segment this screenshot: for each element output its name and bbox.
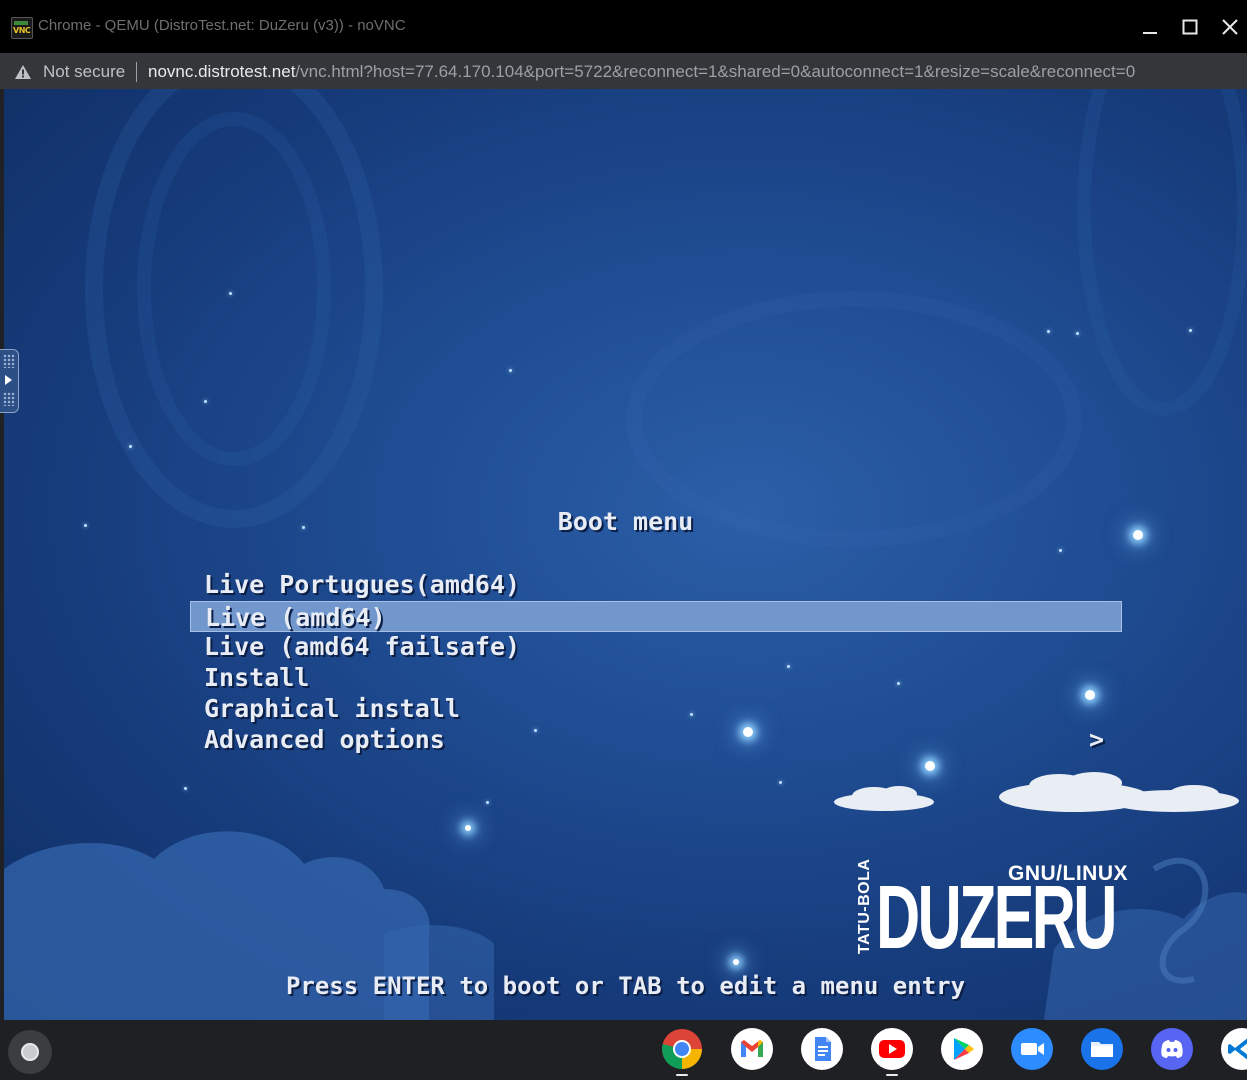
close-button[interactable] <box>1212 10 1247 44</box>
running-indicator <box>676 1074 688 1076</box>
boot-menu-title: Boot menu <box>557 507 694 536</box>
boot-item-live-amd64[interactable]: Live (amd64) <box>190 601 1122 632</box>
duzeru-logo: TATU-BOLA GNU/LINUX DUZERU <box>856 858 1128 968</box>
star <box>204 400 207 403</box>
boot-hint: Press ENTER to boot or TAB to edit a men… <box>285 972 966 1000</box>
vnc-app-icon: VNC <box>11 17 33 39</box>
gmail-icon[interactable] <box>731 1028 773 1070</box>
novnc-control-handle[interactable] <box>0 349 19 413</box>
boot-item-install[interactable]: Install <box>190 662 1122 693</box>
bright-star <box>925 761 935 771</box>
play-store-icon[interactable] <box>941 1028 983 1070</box>
files-icon[interactable] <box>1081 1028 1123 1070</box>
launcher-icon <box>21 1043 39 1061</box>
warning-icon[interactable] <box>14 64 32 80</box>
maximize-icon <box>1182 19 1198 35</box>
star <box>1059 549 1062 552</box>
expand-arrow-icon <box>5 375 12 385</box>
address-bar[interactable]: Not secure novnc.distrotest.net/vnc.html… <box>0 53 1247 89</box>
separator <box>136 62 137 82</box>
star <box>1076 332 1079 335</box>
grip-dots-icon <box>3 392 15 406</box>
star <box>184 787 187 790</box>
star <box>1047 330 1050 333</box>
logo-name: DUZERU <box>876 868 1117 968</box>
boot-item-graphical-install[interactable]: Graphical install <box>190 693 1122 724</box>
system-shelf <box>0 1020 1247 1080</box>
star <box>229 292 232 295</box>
security-status[interactable]: Not secure <box>43 62 125 82</box>
discord-icon[interactable] <box>1151 1028 1193 1070</box>
boot-item-live-portugues[interactable]: Live Portugues(amd64) <box>190 569 1122 600</box>
grip-dots-icon <box>3 354 15 368</box>
star <box>129 445 132 448</box>
docs-icon[interactable] <box>801 1028 843 1070</box>
star <box>779 781 782 784</box>
bright-star <box>733 959 739 965</box>
zoom-icon[interactable] <box>1011 1028 1053 1070</box>
boot-item-live-failsafe[interactable]: Live (amd64 failsafe) <box>190 631 1122 662</box>
url-field[interactable]: novnc.distrotest.net/vnc.html?host=77.64… <box>148 62 1135 82</box>
window-title-bar[interactable]: VNC Chrome - QEMU (DistroTest.net: DuZer… <box>0 0 1247 53</box>
window-title: Chrome - QEMU (DistroTest.net: DuZeru (v… <box>38 17 406 34</box>
star <box>1189 329 1192 332</box>
logo-vertical-text: TATU-BOLA <box>856 858 873 954</box>
vnc-screen[interactable]: Boot menu Live Portugues(amd64) Live (am… <box>4 89 1247 1020</box>
running-indicator <box>886 1074 898 1076</box>
chrome-icon[interactable] <box>661 1028 703 1070</box>
vscode-icon[interactable] <box>1221 1028 1247 1070</box>
launcher-button[interactable] <box>8 1030 52 1074</box>
minimize-icon <box>1143 32 1157 34</box>
maximize-button[interactable] <box>1172 10 1208 44</box>
youtube-icon[interactable] <box>871 1028 913 1070</box>
boot-item-advanced-options[interactable]: Advanced options > <box>190 724 1122 755</box>
star <box>486 801 489 804</box>
submenu-arrow-icon: > <box>1088 725 1104 754</box>
bright-star <box>465 825 471 831</box>
star <box>509 369 512 372</box>
close-icon <box>1222 19 1238 35</box>
minimize-button[interactable] <box>1132 10 1168 44</box>
